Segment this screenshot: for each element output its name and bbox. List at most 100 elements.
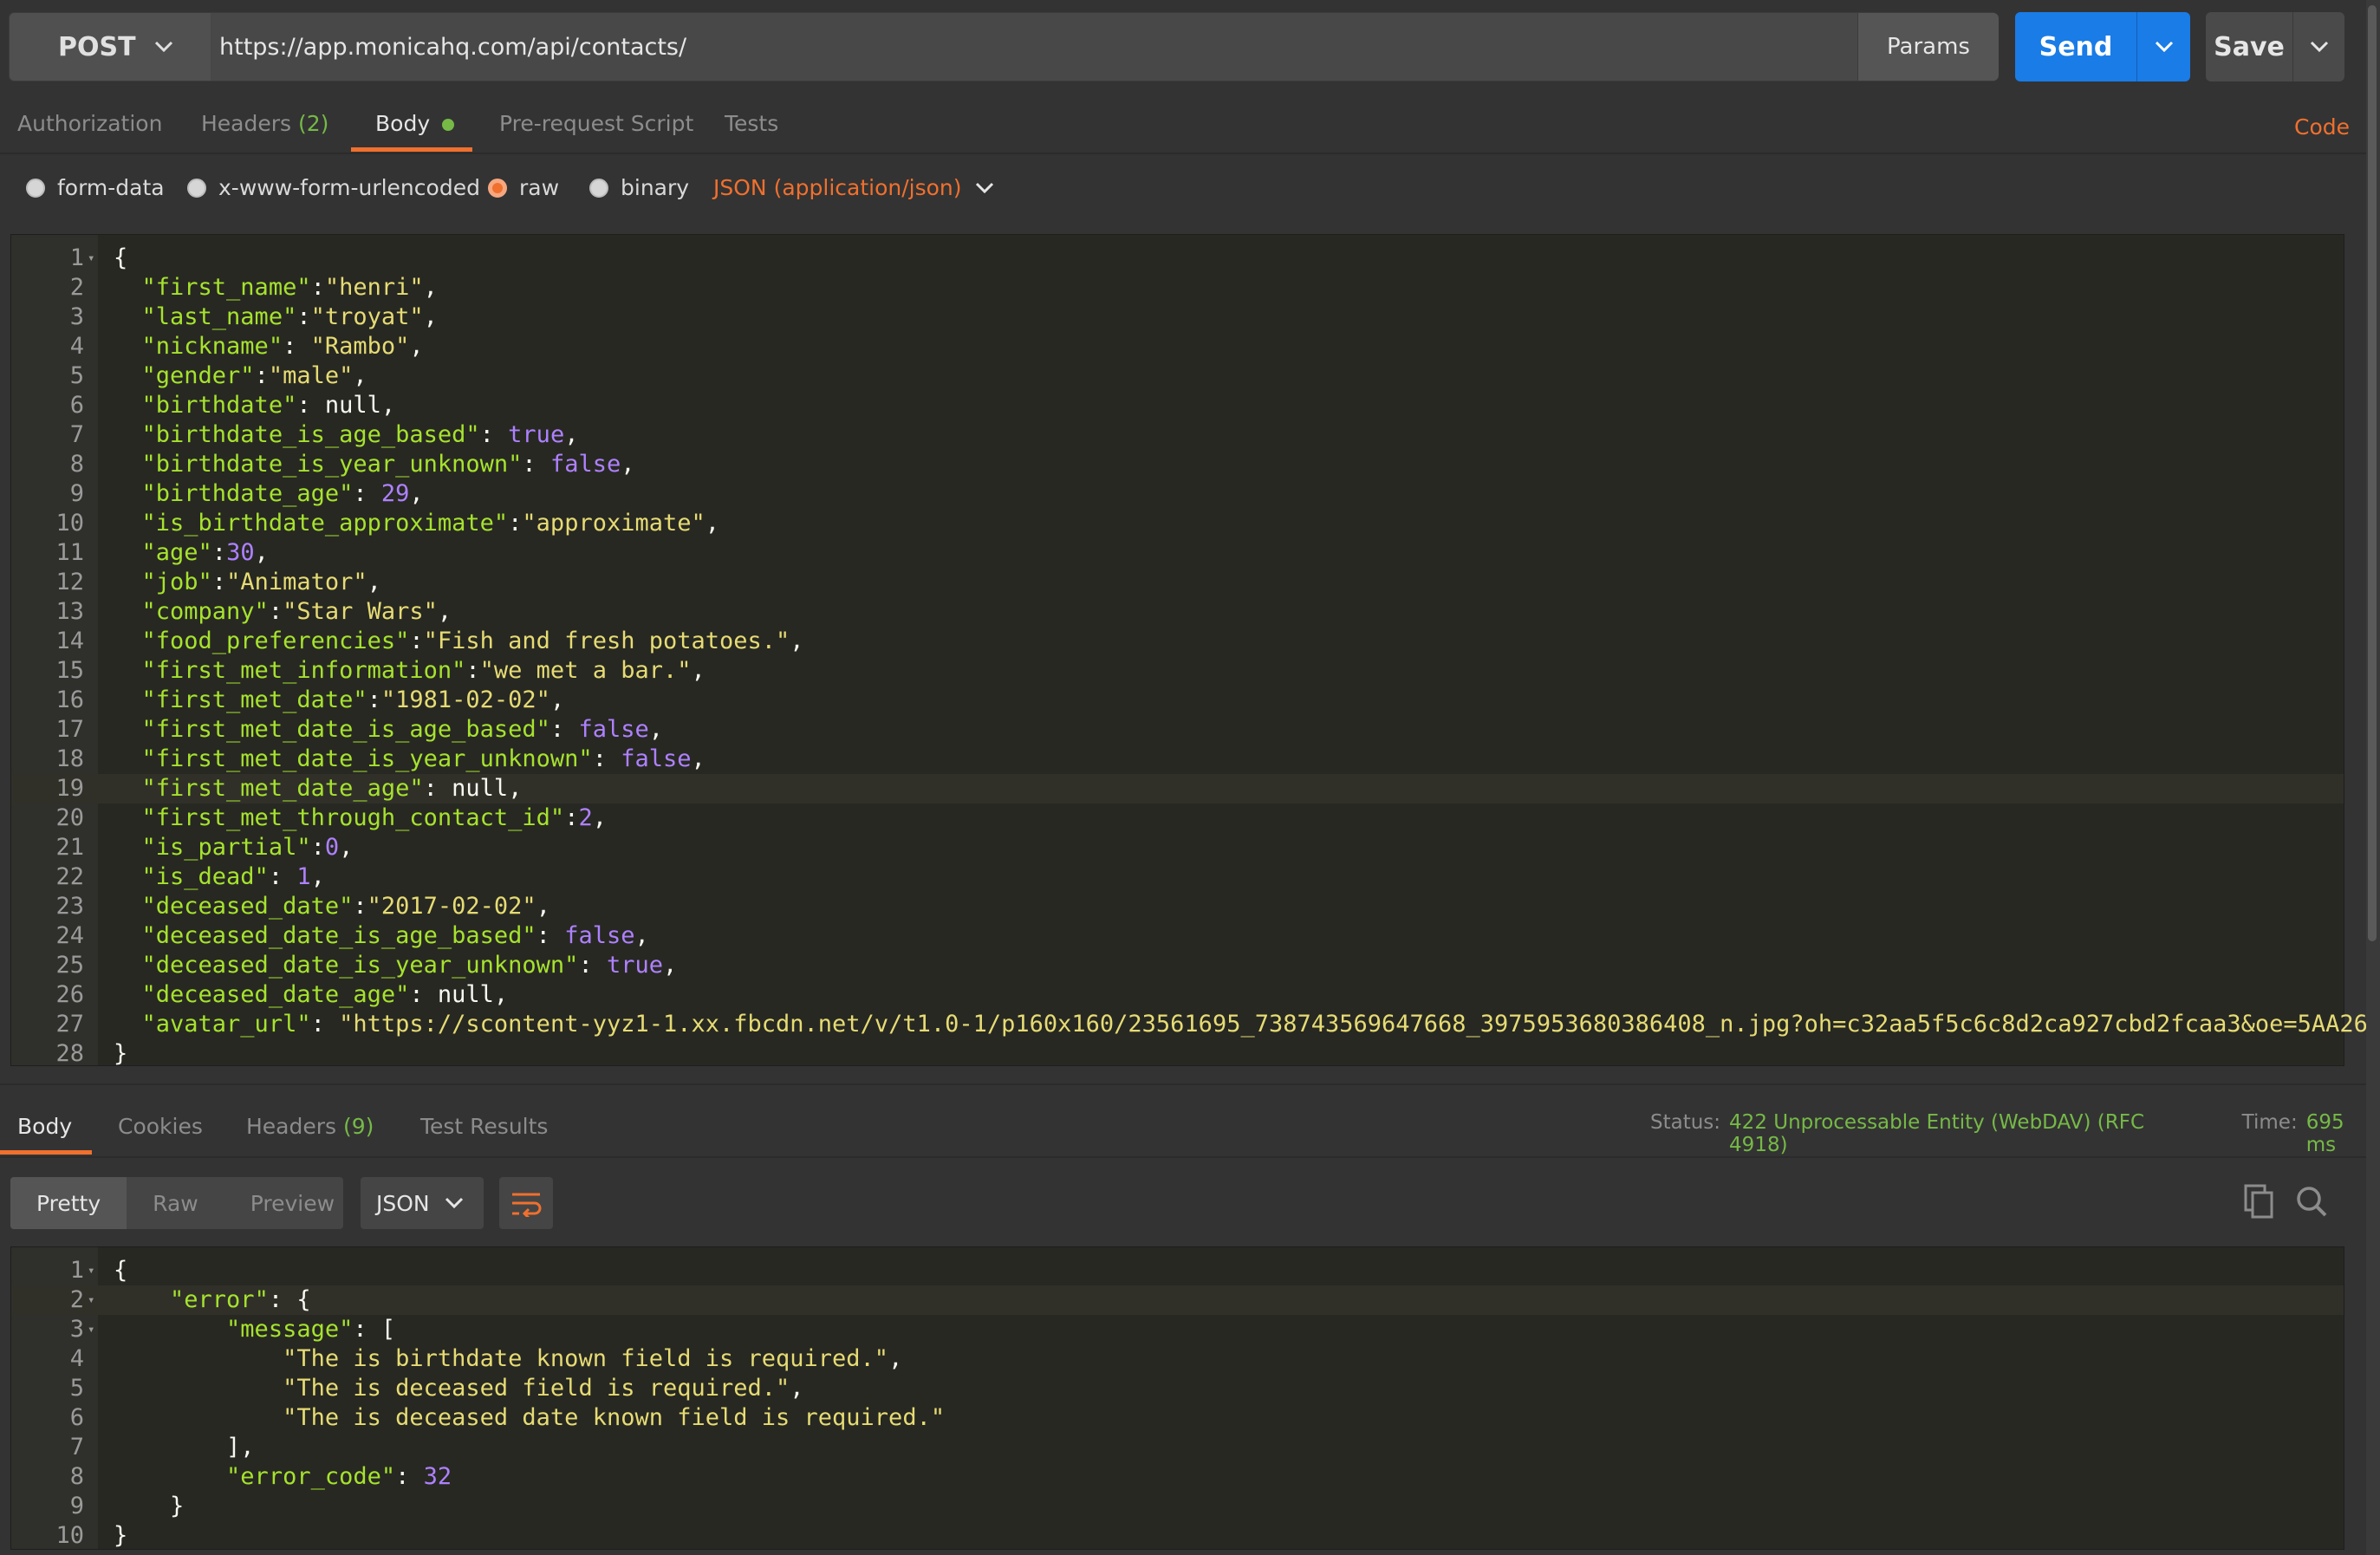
chevron-down-icon (975, 182, 993, 193)
send-dropdown-button[interactable] (2136, 12, 2190, 81)
response-tab-headers-count: (9) (343, 1114, 374, 1139)
code-token: : (310, 274, 325, 301)
code-text: "avatar_url": "https://scontent-yyz1-1.x… (114, 1010, 2380, 1039)
line-number: 26 (55, 981, 84, 1008)
save-button[interactable]: Save (2206, 12, 2292, 81)
response-tab-cookies[interactable]: Cookies (118, 1114, 203, 1139)
wrap-lines-button[interactable] (499, 1177, 553, 1229)
code-text: "is_partial":0, (114, 833, 354, 862)
view-raw-button[interactable]: Raw (127, 1177, 224, 1229)
send-button[interactable]: Send (2015, 12, 2136, 81)
code-token: , (691, 657, 706, 684)
radio-form-data[interactable]: form-data (26, 175, 165, 200)
radio-raw[interactable]: raw (488, 175, 559, 200)
radio-urlencoded[interactable]: x-www-form-urlencoded (187, 175, 480, 200)
params-button[interactable]: Params (1857, 13, 1999, 81)
code-token: "Fish and fresh potatoes." (423, 628, 790, 654)
line-number: 11 (55, 539, 84, 566)
code-text: "error": { (114, 1285, 311, 1315)
code-token: "henri" (324, 274, 424, 301)
code-text: "deceased_date_is_year_unknown": true, (114, 951, 678, 980)
search-icon[interactable] (2294, 1184, 2329, 1224)
line-number: 5 (69, 362, 84, 389)
response-body-viewer[interactable]: 1 ▾{2 ▾ "error": {3 ▾ "message": [4 "The is… (10, 1246, 2344, 1550)
code-token: , (254, 539, 269, 566)
content-type-select[interactable]: JSON (application/json) (713, 175, 995, 200)
response-tab-body[interactable]: Body (17, 1114, 72, 1139)
save-dropdown-button[interactable] (2292, 12, 2344, 81)
status-label: Status: (1650, 1111, 1721, 1134)
code-text: "age":30, (114, 538, 269, 568)
copy-icon[interactable] (2242, 1184, 2277, 1224)
fold-arrow-icon[interactable]: ▾ (88, 1315, 94, 1344)
code-token: "birthdate_is_year_unknown" (141, 451, 523, 478)
response-format-select[interactable]: JSON (361, 1177, 484, 1229)
wrap-lines-icon (512, 1193, 542, 1217)
fold-arrow-icon[interactable]: ▾ (88, 244, 94, 273)
code-token: "approximate" (522, 510, 706, 537)
line-number: 9 (69, 1493, 84, 1519)
code-line: 6 "The is deceased date known field is r… (11, 1403, 2344, 1433)
url-input[interactable]: https://app.monicahq.com/api/contacts/ (219, 13, 1857, 81)
line-number: 16 (55, 686, 84, 713)
code-token: "first_met_through_contact_id" (141, 804, 565, 831)
view-preview-button[interactable]: Preview (224, 1177, 361, 1229)
code-text: } (114, 1521, 127, 1551)
tab-headers-label: Headers (201, 111, 292, 136)
code-token: , (353, 362, 367, 389)
code-line: 22 "is_dead": 1, (11, 862, 2344, 892)
code-line: 17 "first_met_date_is_age_based": false, (11, 715, 2344, 745)
code-line: 7 "birthdate_is_age_based": true, (11, 420, 2344, 450)
radio-binary[interactable]: binary (589, 175, 689, 200)
code-line: 20 "first_met_through_contact_id":2, (11, 804, 2344, 833)
line-number: 27 (55, 1011, 84, 1038)
chevron-down-icon (445, 1197, 463, 1209)
chevron-down-icon (2155, 41, 2173, 53)
response-tab-headers[interactable]: Headers (9) (246, 1114, 374, 1139)
radio-button (589, 178, 608, 198)
code-token: false (564, 922, 635, 949)
request-body-editor[interactable]: 1 ▾{2 "first_name":"henri", 3 "last_name":… (10, 234, 2380, 1067)
code-token: "https://scontent-yyz1-1.xx.fbcdn.net/v/… (339, 1011, 2380, 1038)
code-line: 2 ▾ "error": { (11, 1285, 2344, 1315)
code-text: "first_met_information":"we met a bar.", (114, 656, 706, 686)
code-text: "first_met_date_is_year_unknown": false, (114, 745, 706, 774)
tab-tests[interactable]: Tests (725, 111, 778, 136)
code-token: "nickname" (141, 333, 283, 360)
fold-arrow-icon[interactable]: ▾ (88, 1256, 94, 1285)
code-line: 4 "The is birthdate known field is requi… (11, 1344, 2344, 1374)
tab-authorization[interactable]: Authorization (17, 111, 162, 136)
code-token: , (592, 804, 607, 831)
code-text: "first_met_date_age": null, (114, 774, 523, 804)
view-pretty-button[interactable]: Pretty (10, 1177, 127, 1229)
tab-headers[interactable]: Headers (2) (201, 111, 328, 136)
code-line: 27 "avatar_url": "https://scontent-yyz1-… (11, 1010, 2380, 1039)
status-value: 422 Unprocessable Entity (WebDAV) (RFC 4… (1729, 1111, 2145, 1156)
code-token: false (621, 745, 692, 772)
code-token: : (268, 863, 297, 890)
tab-prerequest-script[interactable]: Pre-request Script (499, 111, 693, 136)
code-link[interactable]: Code (2294, 114, 2350, 140)
code-token: "deceased_date_age" (141, 981, 410, 1008)
method-select[interactable]: POST (10, 13, 211, 81)
scrollbar-thumb[interactable] (2368, 5, 2377, 941)
line-number: 12 (55, 569, 84, 595)
code-line: 3 ▾ "message": [ (11, 1315, 2344, 1344)
code-token: "The is deceased date known field is req… (283, 1404, 946, 1431)
chevron-down-icon (2310, 41, 2328, 53)
tab-body[interactable]: Body (375, 111, 455, 136)
code-text: "job":"Animator", (114, 568, 381, 597)
response-tab-test-results[interactable]: Test Results (420, 1114, 548, 1139)
code-token: , (621, 451, 635, 478)
code-text: "food_preferencies":"Fish and fresh pota… (114, 627, 804, 656)
fold-arrow-icon[interactable]: ▾ (88, 1285, 94, 1315)
